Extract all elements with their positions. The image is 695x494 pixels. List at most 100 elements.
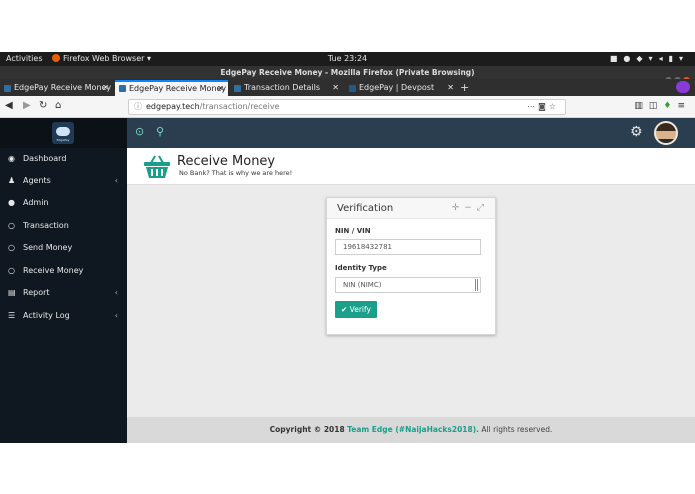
wifi-icon: ▾: [648, 54, 659, 63]
tab-devpost[interactable]: EdgePay | Devpost ✕: [345, 80, 458, 96]
library-icon[interactable]: ▥: [634, 101, 649, 111]
avatar-hair: [656, 123, 676, 131]
circle-icon: ○: [8, 266, 15, 275]
extension-icon[interactable]: ♦: [663, 101, 677, 111]
identity-type-select[interactable]: NIN (NIMC): [335, 277, 481, 293]
file-icon: ▤: [8, 288, 16, 297]
tab-strip: EdgePay Receive Money ✕ EdgePay Receive …: [0, 79, 695, 96]
tab-edgepay-receive-1[interactable]: EdgePay Receive Money ✕: [0, 80, 113, 96]
url-host: edgepay.tech: [146, 102, 200, 111]
browser-tools: ▥◫♦≡: [634, 99, 691, 113]
sidebar-item-agents[interactable]: ♟ Agents ‹: [0, 170, 127, 192]
identity-type-value: NIN (NIMC): [343, 281, 382, 289]
sidebar-item-transaction[interactable]: ○ Transaction: [0, 215, 127, 237]
sidebar-item-label: Activity Log: [23, 311, 70, 320]
close-tab-icon[interactable]: ✕: [102, 80, 109, 96]
power-menu-icon: ▾: [678, 54, 689, 63]
sidebar-item-label: Admin: [23, 198, 49, 207]
back-button[interactable]: ◀: [5, 99, 13, 113]
chevron-left-icon: ‹: [114, 176, 118, 185]
nin-label: NIN / VIN: [335, 227, 371, 235]
tab-transaction-details[interactable]: Transaction Details ✕: [230, 80, 343, 96]
dashboard-icon: ◉: [8, 154, 15, 163]
sidebar-item-send-money[interactable]: ○ Send Money: [0, 237, 127, 259]
more-actions-icon[interactable]: ⋯: [527, 102, 538, 111]
logo-area: EdgePay: [0, 118, 127, 148]
private-browsing-icon: [676, 81, 690, 93]
close-tab-icon[interactable]: ✕: [447, 80, 454, 96]
navigation-toolbar: ◀ ▶ ↻ ⌂ ⓘ edgepay.tech/transaction/recei…: [0, 96, 695, 118]
pocket-icon[interactable]: ◙: [538, 102, 549, 111]
logo-text: EdgePay: [56, 138, 70, 142]
panel-title: Verification: [337, 203, 394, 214]
page-actions: ⋯◙☆: [527, 100, 559, 114]
rights-text: All rights reserved.: [481, 425, 553, 434]
copyright-text: Copyright © 2018: [269, 425, 345, 434]
page-subtitle: No Bank? That is why we are here!: [179, 169, 293, 177]
volume-icon: ◂: [658, 54, 669, 63]
sidebar-item-admin[interactable]: ● Admin: [0, 192, 127, 214]
sidebar-item-dashboard[interactable]: ◉ Dashboard: [0, 148, 127, 170]
sidebar-item-label: Receive Money: [23, 266, 84, 275]
address-bar[interactable]: ⓘ edgepay.tech/transaction/receive ⋯◙☆: [128, 99, 566, 115]
home-button[interactable]: ⌂: [55, 99, 61, 113]
expand-icon[interactable]: ⤢: [477, 203, 489, 213]
sidebar: EdgePay ◉ Dashboard ♟ Agents ‹ ● Admin ○…: [0, 118, 127, 443]
window-title: EdgePay Receive Money - Mozilla Firefox …: [0, 66, 695, 79]
avatar-suit: [656, 139, 676, 143]
reload-button[interactable]: ↻: [39, 99, 47, 113]
panel-tools: ✛−⤢: [452, 203, 489, 213]
tab-label: EdgePay Receive Money: [129, 84, 227, 93]
sidebar-item-receive-money[interactable]: ○ Receive Money: [0, 260, 127, 282]
verification-panel: Verification ✛−⤢ NIN / VIN 19618432781 I…: [326, 197, 496, 335]
nin-input[interactable]: 19618432781: [335, 239, 481, 255]
chevron-left-icon: ‹: [114, 311, 118, 320]
clock[interactable]: Tue 23:24: [0, 54, 695, 63]
verify-button[interactable]: ✔ Verify: [335, 301, 377, 318]
skype-icon: ●: [623, 54, 637, 63]
basket-icon: [144, 155, 170, 178]
new-tab-button[interactable]: +: [460, 79, 469, 96]
identity-type-label: Identity Type: [335, 264, 387, 272]
devpost-favicon-icon: [349, 85, 356, 92]
select-arrow-icon: [475, 279, 478, 291]
sidebar-item-activity-log[interactable]: ☰ Activity Log ‹: [0, 305, 127, 327]
close-tab-icon[interactable]: ✕: [332, 80, 339, 96]
tab-edgepay-receive-2[interactable]: EdgePay Receive Money ✕: [115, 80, 228, 96]
avatar[interactable]: [654, 121, 678, 145]
battery-icon: ▮: [668, 54, 679, 63]
list-icon: ☰: [8, 311, 16, 320]
forward-button[interactable]: ▶: [23, 99, 31, 113]
screen: Activities Firefox Web Browser ▾ Tue 23:…: [0, 0, 695, 494]
sidebar-item-report[interactable]: ▤ Report ‹: [0, 282, 127, 304]
gear-icon[interactable]: ⚙: [630, 124, 643, 140]
move-icon[interactable]: ✛: [452, 203, 465, 213]
app-header: ⊙ ⚲ ⚙: [127, 118, 695, 148]
sidebar-item-label: Send Money: [23, 243, 73, 252]
system-tray[interactable]: ■●◆▾◂▮▾: [610, 54, 689, 63]
edgepay-favicon-icon: [119, 85, 126, 92]
tab-label: EdgePay Receive Money: [14, 83, 112, 92]
cloud-icon: [56, 127, 70, 136]
sidebar-item-label: Dashboard: [23, 154, 67, 163]
bookmark-star-icon[interactable]: ☆: [549, 102, 559, 111]
page-header: Receive Money No Bank? That is why we ar…: [127, 148, 695, 185]
camera-icon: ■: [609, 54, 624, 63]
panel-header: Verification ✛−⤢: [327, 198, 495, 219]
minimize-panel-icon[interactable]: −: [464, 203, 477, 213]
close-tab-icon[interactable]: ✕: [217, 82, 224, 96]
edgepay-favicon-icon: [4, 85, 11, 92]
page-title: Receive Money: [177, 154, 276, 169]
site-info-icon[interactable]: ⓘ: [134, 100, 142, 114]
collapse-sidebar-icon[interactable]: ⊙: [135, 125, 144, 139]
circle-icon: ○: [8, 243, 15, 252]
tab-label: EdgePay | Devpost: [359, 83, 435, 92]
edgepay-logo[interactable]: EdgePay: [52, 122, 74, 144]
url-path: /transaction/receive: [199, 102, 280, 111]
sidebar-toggle-icon[interactable]: ◫: [649, 101, 664, 111]
search-icon[interactable]: ⚲: [156, 125, 164, 139]
hamburger-menu-icon[interactable]: ≡: [677, 101, 691, 111]
tab-label: Transaction Details: [244, 83, 321, 92]
team-link[interactable]: Team Edge (#NaijaHacks2018).: [347, 425, 479, 434]
users-icon: ♟: [8, 176, 16, 185]
